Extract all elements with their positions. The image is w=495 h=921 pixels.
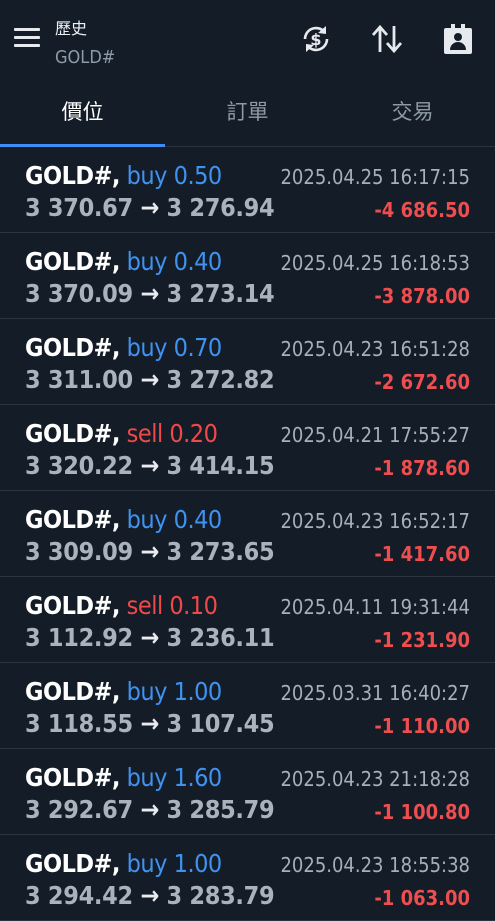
close-price: 3 276.94 (166, 193, 275, 222)
list-item[interactable]: GOLD#, buy 0.70 3 311.00 → 3 272.82 2025… (0, 319, 495, 405)
tab-deals[interactable]: 交易 (330, 84, 495, 146)
symbol: GOLD#, (25, 591, 120, 620)
trade-time: 2025.04.23 16:52:17 (280, 509, 470, 533)
open-price: 3 370.09 (25, 279, 133, 308)
trade-profit: -1 063.00 (374, 886, 470, 910)
list-item[interactable]: GOLD#, buy 0.40 3 370.09 → 3 273.14 2025… (0, 233, 495, 319)
arrow-icon: → (140, 537, 159, 566)
trade-time: 2025.04.21 17:55:27 (280, 423, 470, 447)
trade-side: sell (126, 591, 164, 620)
arrow-icon: → (140, 881, 159, 910)
trade-volume: 0.40 (173, 505, 223, 534)
list-item[interactable]: GOLD#, sell 0.10 3 112.92 → 3 236.11 202… (0, 577, 495, 663)
list-item[interactable]: GOLD#, buy 1.00 3 294.42 → 3 283.79 2025… (0, 835, 495, 921)
symbol: GOLD#, (25, 247, 120, 276)
trade-profit: -2 672.60 (374, 370, 470, 394)
arrow-icon: → (140, 451, 159, 480)
arrow-icon: → (140, 795, 159, 824)
portfolio-icon[interactable] (441, 22, 475, 56)
trade-profit: -1 878.60 (374, 456, 470, 480)
trade-volume: 1.00 (173, 677, 223, 706)
trade-side: buy (126, 763, 168, 792)
symbol: GOLD#, (25, 677, 120, 706)
page-title: 歷史 (55, 19, 88, 38)
tab-positions[interactable]: 價位 (0, 84, 165, 146)
sort-icon[interactable] (370, 22, 404, 56)
arrow-icon: → (140, 709, 159, 738)
trade-side: buy (126, 505, 168, 534)
open-price: 3 118.55 (25, 709, 133, 738)
open-price: 3 311.00 (25, 365, 133, 394)
symbol: GOLD#, (25, 849, 120, 878)
trade-side: buy (126, 849, 168, 878)
trade-volume: 0.50 (173, 161, 223, 190)
close-price: 3 414.15 (166, 451, 275, 480)
open-price: 3 309.09 (25, 537, 133, 566)
trade-side: sell (126, 419, 164, 448)
close-price: 3 273.14 (166, 279, 275, 308)
trade-volume: 0.70 (173, 333, 223, 362)
trade-profit: -3 878.00 (374, 284, 470, 308)
open-price: 3 294.42 (25, 881, 133, 910)
trade-profit: -1 231.90 (374, 628, 470, 652)
history-list: GOLD#, buy 0.50 3 370.67 → 3 276.94 2025… (0, 147, 495, 921)
arrow-icon: → (140, 193, 159, 222)
close-price: 3 273.65 (166, 537, 275, 566)
open-price: 3 320.22 (25, 451, 133, 480)
trade-time: 2025.04.25 16:18:53 (280, 251, 470, 275)
close-price: 3 285.79 (166, 795, 275, 824)
svg-text:$: $ (310, 30, 321, 49)
trade-volume: 1.60 (173, 763, 223, 792)
close-price: 3 283.79 (166, 881, 275, 910)
open-price: 3 292.67 (25, 795, 133, 824)
trade-volume: 0.40 (173, 247, 223, 276)
trade-volume: 0.20 (169, 419, 218, 448)
open-price: 3 112.92 (25, 623, 133, 652)
arrow-icon: → (140, 365, 159, 394)
symbol: GOLD#, (25, 419, 120, 448)
sync-dollar-icon[interactable]: $ (299, 22, 333, 56)
trade-volume: 0.10 (169, 591, 218, 620)
trade-side: buy (126, 161, 168, 190)
close-price: 3 272.82 (166, 365, 275, 394)
title-block: 歷史 GOLD# (55, 15, 115, 68)
tab-orders[interactable]: 訂單 (165, 84, 330, 146)
list-item[interactable]: GOLD#, buy 0.50 3 370.67 → 3 276.94 2025… (0, 147, 495, 233)
symbol: GOLD#, (25, 505, 120, 534)
trade-time: 2025.04.23 16:51:28 (280, 337, 470, 361)
trade-time: 2025.03.31 16:40:27 (280, 681, 470, 705)
trade-profit: -1 417.60 (374, 542, 470, 566)
trade-time: 2025.04.23 21:18:28 (280, 767, 470, 791)
tab-bar: 價位 訂單 交易 (0, 84, 495, 147)
trade-side: buy (126, 247, 168, 276)
trade-profit: -1 100.80 (374, 800, 470, 824)
trade-time: 2025.04.25 16:17:15 (280, 165, 470, 189)
trade-side: buy (126, 333, 168, 362)
trade-time: 2025.04.11 19:31:44 (280, 595, 470, 619)
symbol-subtitle: GOLD# (55, 47, 116, 68)
header: 歷史 GOLD# $ (0, 0, 495, 84)
trade-profit: -1 110.00 (374, 714, 470, 738)
list-item[interactable]: GOLD#, buy 1.00 3 118.55 → 3 107.45 2025… (0, 663, 495, 749)
menu-icon[interactable] (14, 28, 40, 50)
list-item[interactable]: GOLD#, buy 0.40 3 309.09 → 3 273.65 2025… (0, 491, 495, 577)
symbol: GOLD#, (25, 333, 120, 362)
list-item[interactable]: GOLD#, buy 1.60 3 292.67 → 3 285.79 2025… (0, 749, 495, 835)
close-price: 3 236.11 (166, 623, 275, 652)
trade-time: 2025.04.23 18:55:38 (280, 853, 470, 877)
symbol: GOLD#, (25, 161, 120, 190)
arrow-icon: → (140, 623, 159, 652)
trade-profit: -4 686.50 (374, 198, 470, 222)
trade-side: buy (126, 677, 168, 706)
symbol: GOLD#, (25, 763, 120, 792)
arrow-icon: → (140, 279, 159, 308)
open-price: 3 370.67 (25, 193, 133, 222)
list-item[interactable]: GOLD#, sell 0.20 3 320.22 → 3 414.15 202… (0, 405, 495, 491)
close-price: 3 107.45 (166, 709, 275, 738)
trade-volume: 1.00 (173, 849, 223, 878)
